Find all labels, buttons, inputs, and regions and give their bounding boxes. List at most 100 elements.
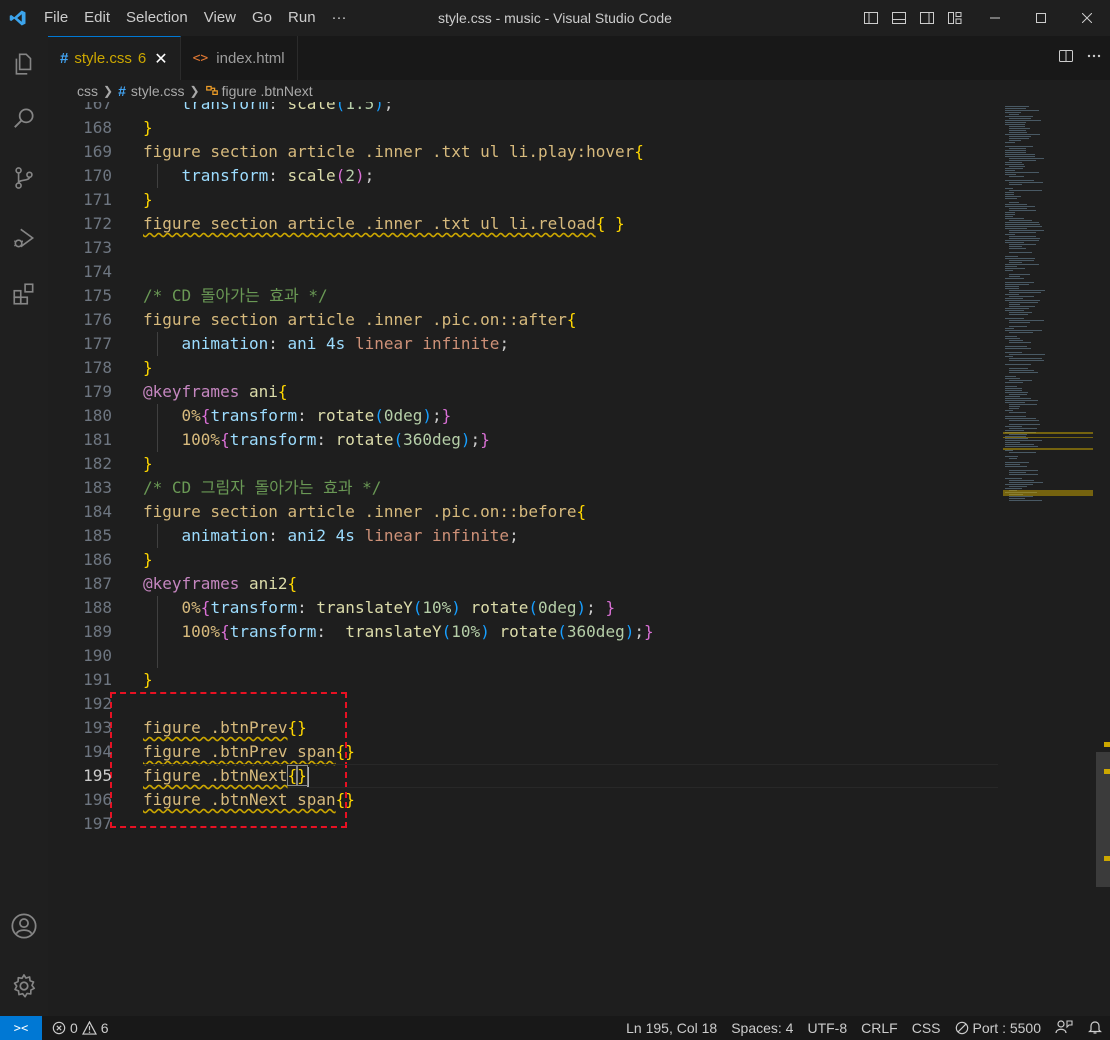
code-token: 10%: [422, 598, 452, 617]
line-number: 175: [83, 286, 112, 305]
menu-edit[interactable]: Edit: [76, 0, 118, 36]
code-line[interactable]: 184 figure section article .inner .pic.on…: [48, 500, 1003, 524]
breadcrumb-file[interactable]: style.css: [131, 83, 185, 99]
code-line[interactable]: 173: [48, 236, 1003, 260]
code-line[interactable]: 192: [48, 692, 1003, 716]
code-line[interactable]: 167 transform: scale(1.5);: [48, 102, 1003, 116]
code-line[interactable]: 197: [48, 812, 1003, 836]
code-line[interactable]: 195 figure .btnNext{}: [48, 764, 1003, 788]
code-line[interactable]: 172 figure section article .inner .txt ul…: [48, 212, 1003, 236]
code-line[interactable]: 176 figure section article .inner .pic.on…: [48, 308, 1003, 332]
code-line[interactable]: 180 0%{transform: rotate(0deg);}: [48, 404, 1003, 428]
end-of-line[interactable]: CRLF: [854, 1020, 905, 1036]
code-line[interactable]: 175 /* CD 돌아가는 효과 */: [48, 284, 1003, 308]
source-control-icon[interactable]: [0, 154, 48, 202]
code-line[interactable]: 181 100%{transform: rotate(360deg);}: [48, 428, 1003, 452]
search-icon[interactable]: [0, 94, 48, 142]
remote-indicator-icon[interactable]: ><: [0, 1016, 42, 1040]
code-line[interactable]: 178}: [48, 356, 1003, 380]
menu-file[interactable]: File: [36, 0, 76, 36]
code-editor[interactable]: 167 transform: scale(1.5); 168} 169 figure …: [48, 102, 1003, 1016]
code-line[interactable]: 177 animation: ani 4s linear infinite;: [48, 332, 1003, 356]
code-text: figure section article .inner .txt ul li…: [143, 140, 644, 164]
cursor-position[interactable]: Ln 195, Col 18: [619, 1020, 724, 1036]
maximize-icon[interactable]: [1018, 0, 1064, 36]
minimap-line: [1005, 240, 1039, 241]
accounts-icon[interactable]: [0, 902, 48, 950]
menu-view[interactable]: View: [196, 0, 244, 36]
minimap-line: [1005, 170, 1015, 171]
minimap-line: [1005, 484, 1033, 485]
code-line[interactable]: 196 figure .btnNext span{}: [48, 788, 1003, 812]
minimap-line: [1005, 438, 1028, 439]
code-line[interactable]: 170 transform: scale(2);: [48, 164, 1003, 188]
minimap[interactable]: [1003, 102, 1096, 1016]
breadcrumb-folder[interactable]: css: [77, 83, 98, 99]
code-token: {: [200, 598, 211, 617]
menu-run[interactable]: Run: [280, 0, 324, 36]
code-text: /* CD 그림자 돌아가는 효과 */: [143, 476, 381, 500]
code-text: }: [143, 356, 153, 380]
minimap-line: [1005, 286, 1019, 287]
code-token: figure section article .inner .txt ul li…: [143, 214, 596, 233]
live-server-port[interactable]: Port : 5500: [948, 1020, 1049, 1036]
code-line[interactable]: 190: [48, 644, 1003, 668]
minimap-line: [1009, 406, 1020, 407]
toggle-secondary-sidebar-icon[interactable]: [916, 0, 938, 36]
minimap-line: [1005, 462, 1029, 463]
code-text: @keyframes ani{: [143, 380, 288, 404]
customize-layout-icon[interactable]: [944, 0, 966, 36]
code-text: transform: scale(2);: [143, 164, 375, 188]
minimap-warning-highlight: [1003, 490, 1093, 496]
minimap-line: [1005, 284, 1029, 285]
extensions-icon[interactable]: [0, 270, 48, 318]
menu-go[interactable]: Go: [244, 0, 280, 36]
toggle-panel-icon[interactable]: [888, 0, 910, 36]
code-line[interactable]: 189 100%{transform: translateY(10%) rota…: [48, 620, 1003, 644]
code-line[interactable]: 174: [48, 260, 1003, 284]
split-editor-icon[interactable]: [1058, 48, 1074, 68]
tab-style-css[interactable]: # style.css 6 ✕: [48, 36, 181, 80]
minimap-line: [1005, 330, 1042, 331]
close-tab-icon[interactable]: ✕: [154, 49, 167, 69]
explorer-icon[interactable]: [0, 40, 48, 88]
indentation[interactable]: Spaces: 4: [724, 1020, 800, 1036]
minimap-line: [1009, 342, 1031, 343]
code-line[interactable]: 182}: [48, 452, 1003, 476]
notifications-bell-icon[interactable]: [1080, 1019, 1110, 1038]
line-number: 176: [83, 310, 112, 329]
code-token: 100%: [181, 622, 221, 641]
minimap-line: [1009, 408, 1019, 409]
menu-more[interactable]: ···: [324, 0, 355, 36]
code-line[interactable]: 186}: [48, 548, 1003, 572]
code-line[interactable]: 194 figure .btnPrev span{}: [48, 740, 1003, 764]
language-mode[interactable]: CSS: [905, 1020, 948, 1036]
close-window-icon[interactable]: [1064, 0, 1110, 36]
encoding[interactable]: UTF-8: [800, 1020, 854, 1036]
vertical-scrollbar[interactable]: [1096, 102, 1110, 1016]
more-actions-icon[interactable]: [1086, 48, 1102, 68]
code-line[interactable]: 185 animation: ani2 4s linear infinite;: [48, 524, 1003, 548]
code-line[interactable]: 171}: [48, 188, 1003, 212]
code-line[interactable]: 183 /* CD 그림자 돌아가는 효과 */: [48, 476, 1003, 500]
toggle-primary-sidebar-icon[interactable]: [860, 0, 882, 36]
code-line[interactable]: 187 @keyframes ani2{: [48, 572, 1003, 596]
code-line[interactable]: 188 0%{transform: translateY(10%) rotate…: [48, 596, 1003, 620]
problems-indicator[interactable]: 0 6: [52, 1020, 109, 1036]
code-token: 0deg: [383, 406, 423, 425]
tab-index-html[interactable]: <> index.html: [181, 36, 298, 80]
minimap-line: [1009, 470, 1038, 471]
code-line[interactable]: 169 figure section article .inner .txt ul…: [48, 140, 1003, 164]
minimize-icon[interactable]: [972, 0, 1018, 36]
minimap-line: [1005, 430, 1024, 431]
code-line[interactable]: 168}: [48, 116, 1003, 140]
code-line[interactable]: 179 @keyframes ani{: [48, 380, 1003, 404]
breadcrumb-symbol[interactable]: figure .btnNext: [222, 83, 313, 99]
manage-gear-icon[interactable]: [0, 962, 48, 1010]
code-line[interactable]: 193 figure .btnPrev{}: [48, 716, 1003, 740]
code-line[interactable]: 191}: [48, 668, 1003, 692]
menu-selection[interactable]: Selection: [118, 0, 196, 36]
accounts-feedback-icon[interactable]: [1048, 1019, 1080, 1038]
run-and-debug-icon[interactable]: [0, 214, 48, 262]
